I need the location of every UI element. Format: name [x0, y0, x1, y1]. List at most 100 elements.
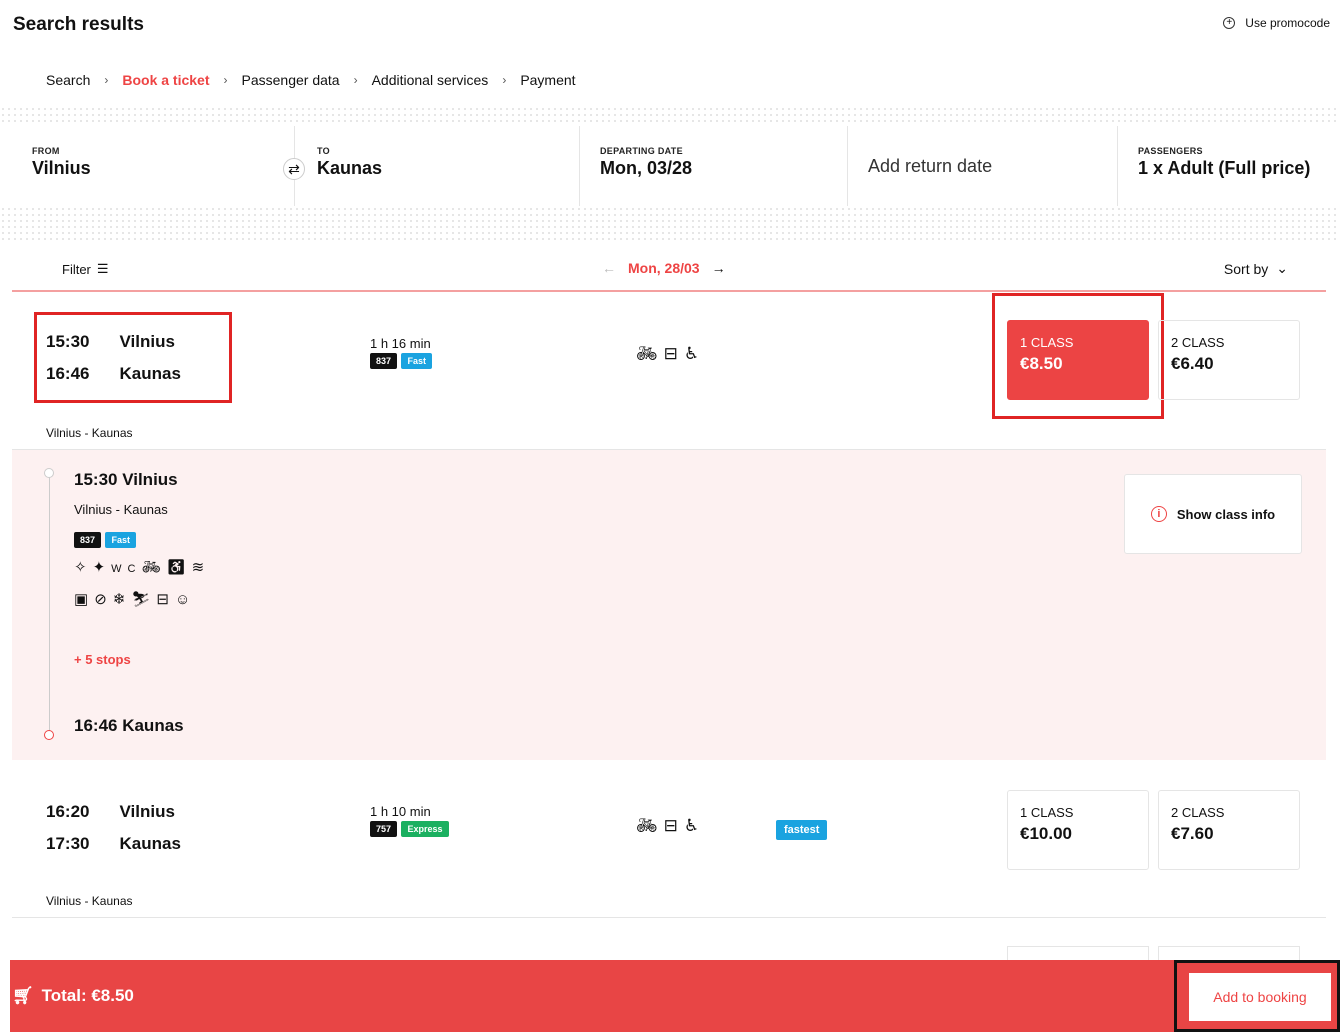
class-info-label: Show class info [1176, 506, 1276, 522]
return-date-field[interactable]: Add return date [848, 126, 1118, 206]
total-price: Total: €8.50 [41, 986, 134, 1005]
return-date-placeholder: Add return date [868, 156, 993, 176]
add-to-booking-label: Add to booking [1213, 989, 1307, 1005]
sort-label: Sort by [1223, 260, 1269, 277]
ac-icon: ✦ [92, 559, 112, 576]
filter-icon: ☰ [96, 261, 109, 276]
filter-button[interactable]: Filter ☰ [62, 261, 109, 277]
info-icon: i [1150, 506, 1167, 522]
highlight-box [34, 312, 232, 403]
chevron-right-icon: › [353, 73, 358, 87]
add-to-booking-button[interactable]: Add to booking [1189, 973, 1331, 1021]
detail-badges: 837 Fast [74, 530, 136, 548]
filter-label: Filter [62, 261, 91, 277]
train-number-badge: 757 [370, 821, 398, 837]
wc-icon: WC [111, 563, 142, 575]
from-field[interactable]: FROM Vilnius [12, 126, 295, 206]
wheelchair-icon: ♿︎ [166, 559, 192, 576]
breadcrumb-additional-services[interactable]: Additional services [372, 72, 489, 88]
breadcrumb-book-ticket[interactable]: Book a ticket [122, 72, 209, 88]
sort-button[interactable]: Sort by ⌄ [1224, 260, 1288, 277]
timeline-start-dot [44, 468, 54, 478]
to-field[interactable]: ⇄ TO Kaunas [283, 126, 580, 206]
swap-icon[interactable]: ⇄ [283, 158, 305, 180]
trip-duration: 1 h 10 min 757 Express [370, 804, 449, 837]
fastest-badge: fastest [776, 820, 828, 840]
chevron-right-icon: › [502, 73, 507, 87]
wheelchair-icon: ♿︎ [683, 816, 706, 835]
class-name: 2 CLASS [1171, 335, 1225, 350]
decorative-pattern [0, 106, 1340, 126]
detail-arrival: 16:46 Kaunas [74, 716, 184, 735]
trip-row[interactable]: 15:30 Vilnius 16:46 Kaunas 1 h 16 min 837 … [12, 293, 1326, 450]
from-label: FROM [32, 146, 60, 156]
highlight-box: Add to booking [1174, 960, 1340, 1032]
date-navigator: ← Mon, 28/03 → [602, 260, 726, 276]
detail-route: Vilnius - Kaunas [74, 502, 168, 517]
chevron-right-icon: › [104, 73, 109, 87]
prev-day-arrow[interactable]: ← [602, 260, 616, 276]
search-summary: FROM Vilnius ⇄ TO Kaunas DEPARTING DATE … [12, 126, 1340, 206]
promocode-label: Use promocode [1245, 16, 1330, 30]
no-pets-icon: ⊘ [94, 591, 113, 608]
bike-icon: 🚲︎ [636, 816, 664, 835]
breadcrumb: Search › Book a ticket › Passenger data … [12, 54, 1326, 106]
dep-time: 16:20 [46, 802, 90, 821]
plus-icon: + [1223, 17, 1236, 29]
total-summary: 🛒︎ Total: €8.50 [12, 986, 134, 1006]
breadcrumb-passenger-data[interactable]: Passenger data [242, 72, 340, 88]
promocode-link[interactable]: + Use promocode [1223, 16, 1330, 30]
date-value: Mon, 03/28 [600, 158, 693, 178]
bike-icon: 🚲︎ [636, 344, 664, 363]
departing-date-field[interactable]: DEPARTING DATE Mon, 03/28 [580, 126, 848, 206]
class-1-option[interactable]: 1 CLASS €10.00 [1007, 790, 1149, 870]
train-number-badge: 837 [74, 532, 102, 548]
decorative-pattern [0, 206, 1340, 244]
snow-icon: ❄︎ [112, 591, 132, 608]
food-icon: ⊟ [663, 816, 684, 835]
amenities: 🚲︎⊟♿︎ [636, 816, 705, 836]
from-value: Vilnius [32, 158, 91, 178]
train-number-badge: 837 [370, 353, 398, 369]
current-date: Mon, 28/03 [628, 260, 700, 276]
amenities-row-1: ✧✦WC🚲︎♿︎≋ [74, 558, 210, 576]
passengers-value: 1 x Adult (Full price) [1138, 158, 1311, 178]
arr-city: Kaunas [119, 834, 181, 853]
trip-times: 16:20 Vilnius 17:30 Kaunas [46, 796, 181, 860]
luggage-icon: ▣ [74, 591, 95, 608]
amenities: 🚲︎⊟♿︎ [636, 344, 705, 364]
dep-city: Vilnius [119, 802, 175, 821]
ski-icon: ⛷︎ [131, 591, 157, 608]
trip-row[interactable]: 16:20 Vilnius 17:30 Kaunas 1 h 10 min 757 … [12, 762, 1326, 918]
date-label: DEPARTING DATE [600, 146, 683, 156]
service-icon: ☺︎ [174, 591, 197, 608]
passengers-field[interactable]: PASSENGERS 1 x Adult (Full price) [1118, 126, 1340, 206]
class-2-option[interactable]: 2 CLASS €7.60 [1158, 790, 1300, 870]
train-type-badge: Fast [401, 353, 432, 369]
to-value: Kaunas [317, 158, 383, 178]
show-class-info-button[interactable]: i Show class info [1124, 474, 1302, 554]
to-label: TO [317, 146, 330, 156]
train-type-badge: Fast [105, 532, 136, 548]
class-price: €10.00 [1020, 824, 1072, 843]
climate-icon: ✧ [74, 559, 93, 576]
wheelchair-icon: ♿︎ [683, 344, 706, 363]
chevron-right-icon: › [223, 73, 228, 87]
arr-time: 17:30 [46, 834, 90, 853]
duration-text: 1 h 16 min [370, 336, 431, 351]
detail-departure: 15:30 Vilnius [74, 470, 178, 489]
trip-duration: 1 h 16 min 837 Fast [370, 336, 432, 369]
duration-text: 1 h 10 min [370, 804, 431, 819]
page-title: Search results [13, 14, 144, 35]
class-2-option[interactable]: 2 CLASS €6.40 [1158, 320, 1300, 400]
stops-link[interactable]: + 5 stops [74, 652, 131, 667]
timeline-end-dot [44, 730, 54, 740]
route-label: Vilnius - Kaunas [46, 426, 133, 440]
next-day-arrow[interactable]: → [712, 260, 726, 276]
train-type-badge: Express [401, 821, 449, 837]
amenities-row-2: ▣⊘❄︎⛷︎⊟☺︎ [74, 590, 196, 608]
breadcrumb-search[interactable]: Search [46, 72, 90, 88]
route-label: Vilnius - Kaunas [46, 894, 133, 908]
breadcrumb-payment[interactable]: Payment [520, 72, 575, 88]
class-price: €7.60 [1171, 824, 1214, 843]
